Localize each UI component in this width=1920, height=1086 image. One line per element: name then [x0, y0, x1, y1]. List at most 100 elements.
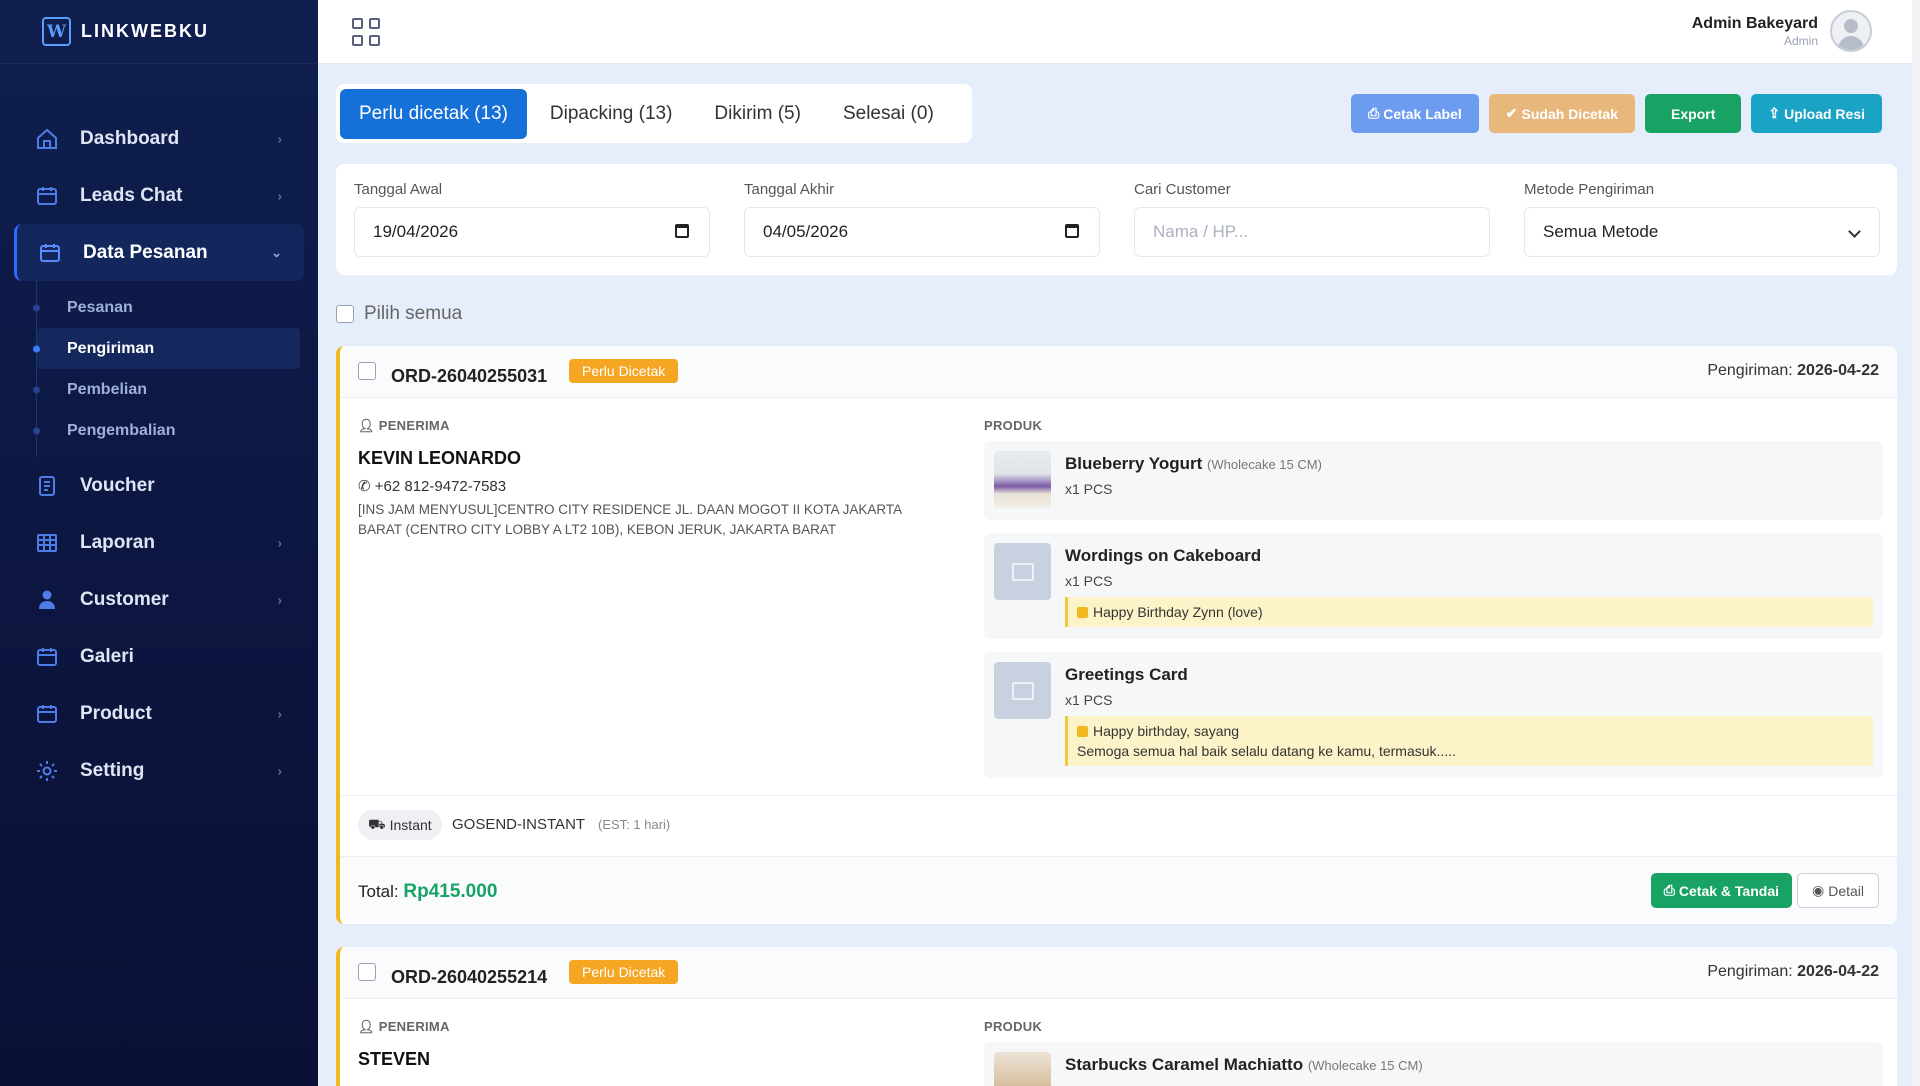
sidebar-subitem-pembelian[interactable]: Pembelian — [37, 369, 318, 410]
order-checkbox[interactable] — [358, 362, 376, 380]
brand[interactable]: W LINKWEBKU — [0, 0, 318, 64]
filter-panel: Tanggal Awal 19/04/2026 Tanggal Akhir 04… — [336, 164, 1897, 275]
sidebar-subitem-pesanan[interactable]: Pesanan — [37, 287, 318, 328]
sidebar-item-customer[interactable]: Customer › — [0, 571, 318, 628]
sidebar-item-label: Data Pesanan — [83, 241, 208, 263]
product-image[interactable] — [994, 451, 1051, 508]
sudah-dicetak-text: Sudah Dicetak — [1521, 105, 1619, 122]
user-name: Admin Bakeyard — [1691, 14, 1818, 32]
scrollbar[interactable] — [1912, 0, 1920, 1086]
user-icon: 👤︎ — [358, 1019, 375, 1034]
tanggal-akhir-input[interactable]: 04/05/2026 — [744, 207, 1100, 257]
grid-menu-icon[interactable] — [352, 18, 380, 46]
sidebar-item-label: Galeri — [80, 645, 134, 667]
product-name-text: Starbucks Caramel Machiatto — [1065, 1055, 1304, 1074]
tab-dikirim[interactable]: Dikirim (5) — [695, 89, 820, 139]
product-name-text: Blueberry Yogurt — [1065, 454, 1203, 473]
shipping-estimate: (EST: 1 hari) — [598, 817, 671, 832]
customer-search-input[interactable]: Nama / HP... — [1134, 207, 1490, 257]
chevron-down-icon: ⌄ — [271, 244, 282, 260]
product-item: Blueberry Yogurt (Wholecake 15 CM) x1 PC… — [984, 441, 1883, 520]
detail-text: Detail — [1828, 882, 1864, 899]
tab-perlu-dicetak[interactable]: Perlu dicetak (13) — [340, 88, 527, 139]
recipient-address: [INS JAM MENYUSUL]CENTRO CITY RESIDENCE … — [358, 502, 902, 537]
product-note-text: Happy Birthday Zynn (love) — [1093, 604, 1263, 620]
user-menu[interactable]: Admin Bakeyard Admin — [1692, 10, 1872, 52]
user-icon: 👤︎ — [358, 418, 375, 433]
sudah-dicetak-button[interactable]: ✔ Sudah Dicetak — [1488, 94, 1636, 133]
product-variant: (Wholecake 15 CM) — [1307, 1058, 1423, 1073]
status-tabs: Perlu dicetak (13) Dipacking (13) Dikiri… — [336, 84, 972, 143]
sidebar-item-setting[interactable]: Setting › — [0, 742, 318, 799]
product-name-text: Wordings on Cakeboard — [1065, 546, 1262, 565]
printer-icon: ⎙ — [1368, 105, 1380, 121]
cetak-tandai-text: Cetak & Tandai — [1678, 882, 1779, 899]
cetak-label-button[interactable]: ⎙ Cetak Label — [1351, 94, 1479, 133]
gear-icon — [34, 758, 60, 784]
product-variant: (Wholecake 15 CM) — [1207, 457, 1322, 472]
avatar[interactable] — [1830, 10, 1872, 52]
tab-dipacking[interactable]: Dipacking (13) — [531, 89, 692, 139]
topbar: Admin Bakeyard Admin — [318, 0, 1920, 64]
product-image[interactable] — [994, 1052, 1051, 1086]
chevron-right-icon: › — [277, 763, 282, 778]
sidebar-item-product[interactable]: Product › — [0, 685, 318, 742]
product-qty: x1 PCS — [1065, 573, 1113, 589]
voucher-icon — [34, 473, 60, 499]
product-item: Starbucks Caramel Machiatto (Wholecake 1… — [984, 1042, 1883, 1086]
cetak-tandai-button[interactable]: ⎙ Cetak & Tandai — [1650, 873, 1792, 908]
sidebar-item-data-pesanan[interactable]: Data Pesanan ⌄ — [14, 224, 304, 281]
customer-placeholder: Nama / HP... — [1153, 222, 1249, 241]
sidebar-subnav: Pesanan Pengiriman Pembelian Pengembalia… — [36, 281, 318, 457]
chevron-right-icon: › — [277, 188, 282, 203]
sidebar-item-voucher[interactable]: Voucher — [0, 457, 318, 514]
metode-value: Semua Metode — [1543, 222, 1659, 241]
select-all-label: Pilih semua — [364, 303, 463, 324]
shipping-code: GOSEND-INSTANT — [452, 816, 586, 833]
chevron-right-icon: › — [277, 535, 282, 550]
product-item: Greetings Card x1 PCS Happy birthday, sa… — [984, 652, 1883, 778]
filter-metode: Metode Pengiriman Semua Metode — [1524, 181, 1880, 257]
sidebar-item-dashboard[interactable]: Dashboard › — [0, 110, 318, 167]
image-placeholder-icon — [994, 662, 1051, 719]
sidebar-item-leads-chat[interactable]: Leads Chat › — [0, 167, 318, 224]
sidebar-item-laporan[interactable]: Laporan › — [0, 514, 318, 571]
tab-selesai[interactable]: Selesai (0) — [824, 89, 953, 139]
action-bar: ⎙ Cetak Label ✔ Sudah Dicetak Export ⇪ Uplo… — [1351, 94, 1882, 133]
product-icon — [34, 701, 60, 727]
calendar-icon[interactable] — [675, 224, 689, 238]
sidebar-subitem-pengembalian[interactable]: Pengembalian — [37, 410, 318, 451]
sidebar-item-label: Laporan — [80, 531, 155, 553]
ship-date: Pengiriman: 2026-04-22 — [1707, 362, 1879, 380]
metode-label: Metode Pengiriman — [1524, 181, 1655, 198]
upload-icon: ⇪ — [1768, 105, 1781, 121]
tanggal-awal-input[interactable]: 19/04/2026 — [354, 207, 710, 257]
sidebar-item-label: Leads Chat — [80, 184, 183, 206]
product-qty: x1 PCS — [1065, 481, 1113, 497]
detail-button[interactable]: ◉ Detail — [1796, 873, 1879, 908]
recipient-name: KEVIN LEONARDO — [358, 448, 522, 468]
order-card: ORD-26040255214 Perlu Dicetak Pengiriman… — [336, 947, 1897, 1086]
sidebar-item-galeri[interactable]: Galeri — [0, 628, 318, 685]
user-icon — [34, 587, 60, 613]
metode-select[interactable]: Semua Metode — [1524, 207, 1880, 257]
eye-icon: ◉ — [1811, 882, 1825, 898]
note-line-text: Happy birthday, sayang — [1093, 723, 1240, 739]
select-all-checkbox[interactable] — [336, 305, 354, 323]
export-button[interactable]: Export — [1645, 94, 1742, 133]
order-checkbox[interactable] — [358, 963, 376, 981]
calendar-icon[interactable] — [1065, 224, 1079, 238]
export-text: Export — [1671, 105, 1716, 122]
upload-resi-button[interactable]: ⇪ Upload Resi — [1751, 94, 1882, 133]
sidebar-subitem-pengiriman[interactable]: Pengiriman — [37, 328, 300, 369]
chat-icon — [34, 183, 60, 209]
sidebar-item-label: Product — [80, 702, 152, 724]
order-footer: Total: Rp415.000 ⎙ Cetak & Tandai ◉ Detail — [340, 856, 1897, 922]
order-total: Total: Rp415.000 — [358, 881, 497, 903]
chevron-right-icon: › — [277, 592, 282, 607]
cetak-label-text: Cetak Label — [1383, 105, 1462, 122]
sidebar-item-label: Customer — [80, 588, 169, 610]
select-all[interactable]: Pilih semua — [336, 303, 462, 325]
recipient-section-label: 👤︎ PENERIMA — [358, 418, 450, 434]
tanggal-akhir-value: 04/05/2026 — [763, 222, 849, 241]
